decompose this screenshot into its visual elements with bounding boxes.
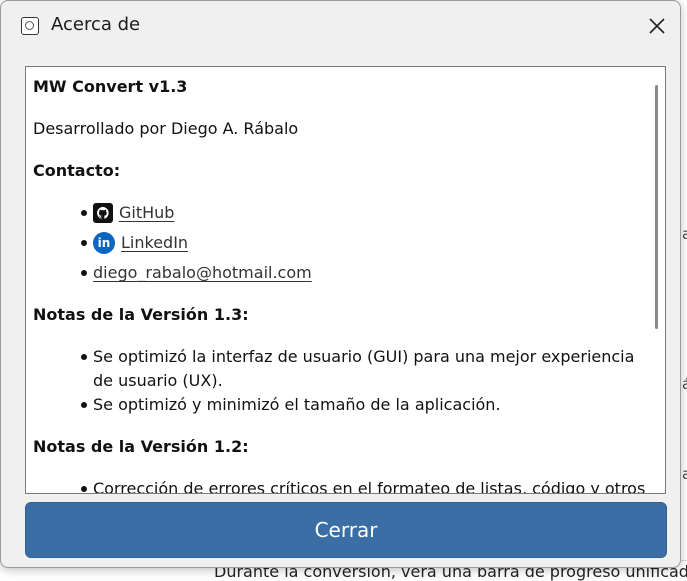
bullet <box>81 270 87 276</box>
bullet <box>81 240 87 246</box>
bullet <box>81 402 87 408</box>
background-fragment: a <box>682 465 687 483</box>
notes-12-item: Corrección de errores críticos en el for… <box>81 477 646 494</box>
notes-13-item-text: Se optimizó y minimizó el tamaño de la a… <box>93 395 501 414</box>
contact-item-github: GitHub <box>81 201 174 225</box>
developer-text: Desarrollado por Diego A. Rábalo <box>33 119 299 138</box>
about-content-scrollview[interactable]: MW Convert v1.3 Desarrollado por Diego A… <box>25 66 666 494</box>
notes-12-heading: Notas de la Versión 1.2: <box>33 437 249 456</box>
close-button[interactable]: Cerrar <box>25 502 667 558</box>
notes-13-line: de usuario (UX). <box>93 371 223 390</box>
about-dialog: Acerca de MW Convert v1.3 Desarrollado p… <box>0 0 681 568</box>
window-title: Acerca de <box>51 14 141 35</box>
background-fragment: á <box>682 375 687 393</box>
notes-13-line: Se optimizó la interfaz de usuario (GUI)… <box>93 347 635 366</box>
github-link[interactable]: GitHub <box>119 201 174 225</box>
app-logo-icon <box>21 17 39 35</box>
bullet <box>81 210 87 216</box>
linkedin-link[interactable]: LinkedIn <box>121 231 188 255</box>
contact-heading: Contacto: <box>33 161 121 180</box>
background-fragment: a <box>682 225 687 243</box>
github-icon <box>93 203 113 223</box>
notes-13-heading: Notas de la Versión 1.3: <box>33 305 249 324</box>
contact-item-linkedin: in LinkedIn <box>81 231 188 255</box>
notes-13-item: Se optimizó la interfaz de usuario (GUI)… <box>81 345 634 393</box>
linkedin-icon: in <box>93 232 115 254</box>
title-bar: Acerca de <box>1 1 680 51</box>
app-name-heading: MW Convert v1.3 <box>33 77 188 96</box>
bullet <box>81 354 87 360</box>
notes-13-item-text: Se optimizó la interfaz de usuario (GUI)… <box>93 345 634 393</box>
bullet <box>81 486 87 492</box>
vertical-scrollbar[interactable] <box>655 85 658 329</box>
notes-13-item: Se optimizó y minimizó el tamaño de la a… <box>81 393 501 417</box>
close-icon <box>649 18 665 34</box>
notes-12-item-text: Corrección de errores críticos en el for… <box>93 479 646 494</box>
contact-item-email: diego_rabalo@hotmail.com <box>81 261 312 285</box>
email-link[interactable]: diego_rabalo@hotmail.com <box>93 261 312 285</box>
window-close-button[interactable] <box>635 7 679 45</box>
